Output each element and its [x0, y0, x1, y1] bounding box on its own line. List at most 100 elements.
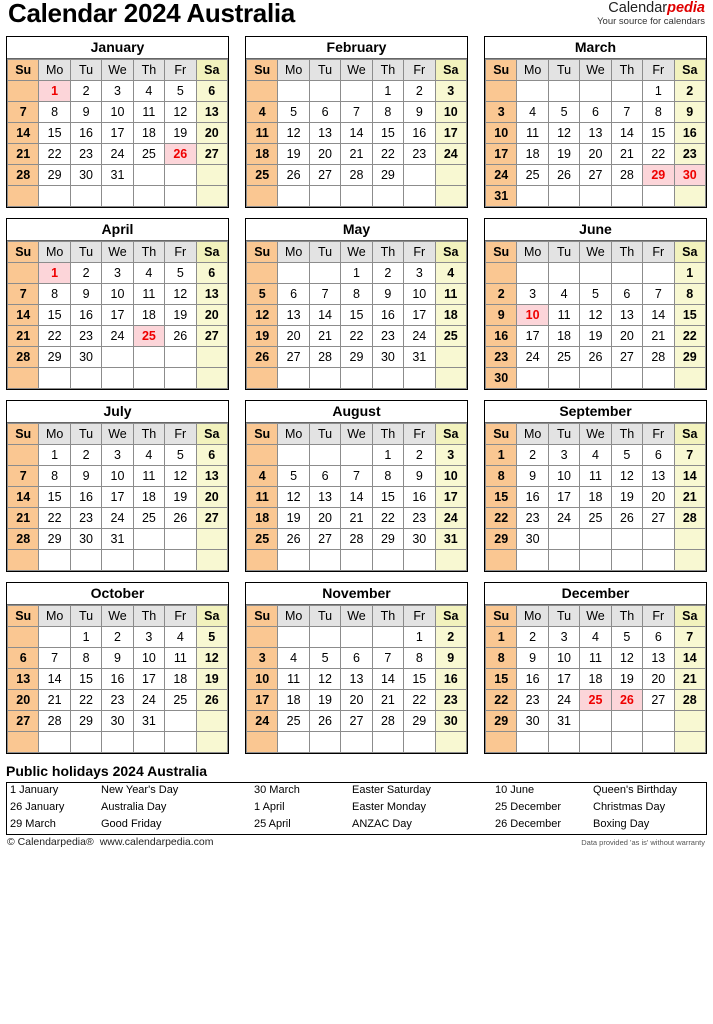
day-cell[interactable]: 31 [484, 185, 518, 208]
website-url[interactable]: www.calendarpedia.com [100, 836, 214, 848]
day-cell[interactable]: 21 [6, 507, 40, 530]
day-cell[interactable]: 9 [69, 465, 103, 488]
day-cell[interactable]: 10 [434, 101, 468, 124]
day-cell[interactable]: 6 [308, 465, 342, 488]
day-cell[interactable]: 31 [403, 346, 436, 369]
day-cell[interactable]: 16 [69, 486, 103, 509]
day-cell[interactable]: 22 [371, 143, 405, 166]
day-cell[interactable]: 2 [69, 444, 103, 467]
day-cell[interactable]: 17 [101, 122, 134, 145]
day-cell[interactable]: 5 [610, 626, 644, 649]
day-cell[interactable]: 13 [277, 304, 310, 327]
day-cell[interactable]: 7 [6, 465, 40, 488]
day-cell[interactable]: 27 [579, 164, 612, 187]
day-cell[interactable]: 15 [484, 486, 518, 509]
day-cell[interactable]: 4 [547, 283, 581, 306]
day-cell[interactable]: 11 [245, 122, 279, 145]
day-cell[interactable]: 24 [403, 325, 436, 348]
day-cell[interactable]: 6 [340, 647, 373, 670]
day-cell[interactable]: 23 [69, 507, 103, 530]
day-cell[interactable]: 14 [673, 647, 707, 670]
day-cell[interactable]: 12 [547, 122, 581, 145]
day-cell[interactable]: 19 [547, 143, 581, 166]
day-cell[interactable]: 4 [579, 626, 612, 649]
day-cell[interactable]: 11 [434, 283, 468, 306]
day-cell[interactable]: 12 [164, 283, 197, 306]
day-cell[interactable]: 30 [371, 346, 405, 369]
day-cell[interactable]: 27 [6, 710, 40, 733]
day-cell[interactable]: 4 [579, 444, 612, 467]
day-cell[interactable]: 17 [245, 689, 279, 712]
day-cell[interactable]: 24 [547, 689, 581, 712]
day-cell[interactable]: 10 [101, 101, 134, 124]
day-cell[interactable]: 27 [642, 507, 675, 530]
day-cell[interactable]: 2 [69, 80, 103, 103]
day-cell[interactable]: 24 [434, 507, 468, 530]
day-cell[interactable]: 3 [434, 444, 468, 467]
day-cell[interactable]: 8 [69, 647, 103, 670]
day-cell[interactable]: 4 [245, 101, 279, 124]
day-cell[interactable]: 25 [245, 164, 279, 187]
day-cell[interactable]: 7 [610, 101, 644, 124]
day-cell[interactable]: 9 [101, 647, 134, 670]
day-cell[interactable]: 9 [69, 283, 103, 306]
day-cell[interactable]: 21 [673, 668, 707, 691]
day-cell[interactable]: 15 [340, 304, 373, 327]
day-cell[interactable]: 7 [340, 465, 373, 488]
day-cell[interactable]: 14 [6, 486, 40, 509]
day-cell[interactable]: 7 [642, 283, 675, 306]
day-cell[interactable]: 8 [673, 283, 707, 306]
day-cell[interactable]: 7 [6, 283, 40, 306]
day-cell[interactable]: 17 [101, 486, 134, 509]
day-cell[interactable]: 5 [245, 283, 279, 306]
day-cell[interactable]: 1 [403, 626, 436, 649]
day-cell[interactable]: 24 [101, 507, 134, 530]
day-cell[interactable]: 9 [69, 101, 103, 124]
day-cell[interactable]: 7 [6, 101, 40, 124]
day-cell[interactable]: 23 [516, 689, 549, 712]
day-cell[interactable]: 10 [245, 668, 279, 691]
day-cell[interactable]: 16 [69, 304, 103, 327]
day-cell[interactable]: 16 [516, 668, 549, 691]
day-cell[interactable]: 1 [38, 444, 71, 467]
day-cell[interactable]: 9 [434, 647, 468, 670]
day-cell[interactable]: 31 [547, 710, 581, 733]
day-cell[interactable]: 19 [164, 304, 197, 327]
day-cell[interactable]: 29 [371, 528, 405, 551]
day-cell[interactable]: 17 [484, 143, 518, 166]
day-cell[interactable]: 27 [610, 346, 644, 369]
day-cell[interactable]: 12 [164, 101, 197, 124]
day-cell[interactable]: 13 [642, 465, 675, 488]
day-cell[interactable]: 11 [164, 647, 197, 670]
day-cell[interactable]: 24 [101, 143, 134, 166]
day-cell[interactable]: 12 [277, 122, 310, 145]
day-cell[interactable]: 25 [547, 346, 581, 369]
day-cell[interactable]: 4 [434, 262, 468, 285]
day-cell[interactable]: 24 [132, 689, 166, 712]
day-cell[interactable]: 28 [6, 528, 40, 551]
day-cell[interactable]: 6 [195, 444, 229, 467]
day-cell[interactable]: 26 [308, 710, 342, 733]
day-cell[interactable]: 7 [673, 444, 707, 467]
day-cell[interactable]: 19 [277, 143, 310, 166]
day-cell[interactable]: 15 [38, 122, 71, 145]
day-cell[interactable]: 30 [69, 346, 103, 369]
day-cell[interactable]: 22 [673, 325, 707, 348]
day-cell[interactable]: 13 [308, 486, 342, 509]
day-cell[interactable]: 7 [38, 647, 71, 670]
day-cell[interactable]: 8 [38, 465, 71, 488]
day-cell-holiday[interactable]: 1 [38, 80, 71, 103]
day-cell[interactable]: 25 [579, 507, 612, 530]
day-cell[interactable]: 27 [642, 689, 675, 712]
day-cell[interactable]: 23 [403, 507, 436, 530]
day-cell[interactable]: 24 [516, 346, 549, 369]
day-cell[interactable]: 29 [371, 164, 405, 187]
day-cell[interactable]: 25 [434, 325, 468, 348]
day-cell[interactable]: 5 [164, 444, 197, 467]
day-cell[interactable]: 2 [516, 626, 549, 649]
day-cell[interactable]: 6 [308, 101, 342, 124]
day-cell[interactable]: 23 [69, 325, 103, 348]
day-cell[interactable]: 13 [642, 647, 675, 670]
day-cell[interactable]: 8 [38, 283, 71, 306]
day-cell[interactable]: 4 [132, 444, 166, 467]
